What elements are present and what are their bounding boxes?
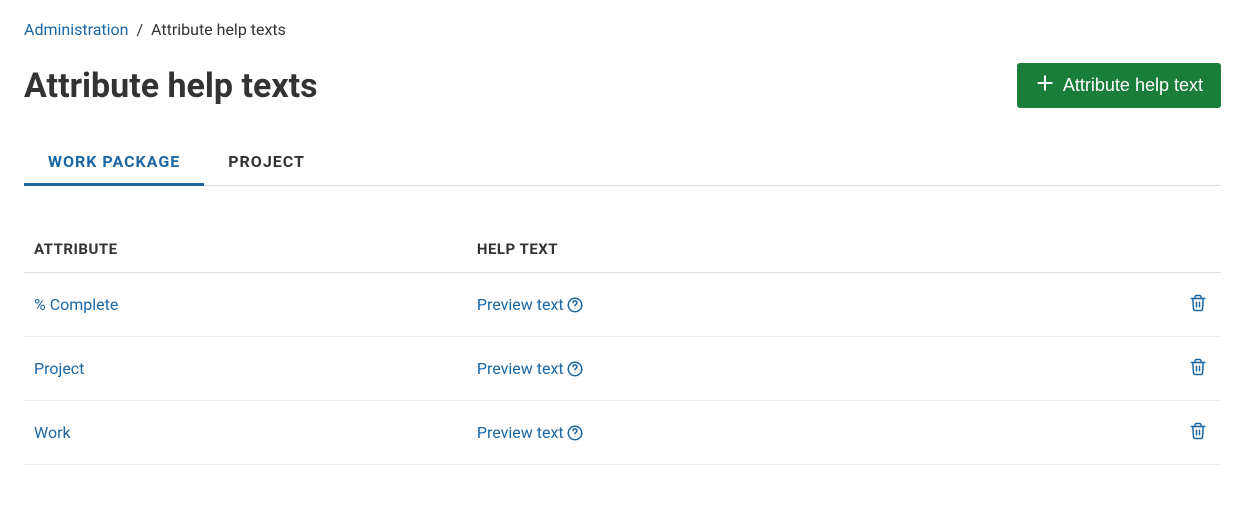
column-header-help-text: HELP TEXT — [467, 226, 1161, 273]
attribute-link[interactable]: Project — [34, 359, 84, 378]
breadcrumb: Administration / Attribute help texts — [24, 20, 1221, 39]
delete-button[interactable] — [1185, 289, 1211, 320]
preview-text-link[interactable]: Preview text — [477, 295, 564, 314]
tab-project[interactable]: PROJECT — [204, 140, 329, 186]
trash-icon — [1189, 357, 1207, 380]
help-icon[interactable] — [566, 360, 584, 378]
tabs: WORK PACKAGE PROJECT — [24, 140, 1221, 186]
column-header-attribute: ATTRIBUTE — [24, 226, 467, 273]
breadcrumb-current: Attribute help texts — [151, 20, 286, 39]
preview-text-link[interactable]: Preview text — [477, 423, 564, 442]
delete-button[interactable] — [1185, 353, 1211, 384]
table-row: Work Preview text — [24, 401, 1221, 465]
table-row: % Complete Preview text — [24, 273, 1221, 337]
attribute-link[interactable]: Work — [34, 423, 71, 442]
page-title: Attribute help texts — [24, 66, 318, 106]
column-header-actions — [1161, 226, 1221, 273]
trash-icon — [1189, 421, 1207, 444]
page-header: Attribute help texts Attribute help text — [24, 63, 1221, 108]
trash-icon — [1189, 293, 1207, 316]
table-row: Project Preview text — [24, 337, 1221, 401]
delete-button[interactable] — [1185, 417, 1211, 448]
tab-work-package[interactable]: WORK PACKAGE — [24, 140, 204, 186]
breadcrumb-parent-link[interactable]: Administration — [24, 20, 129, 39]
preview-text-link[interactable]: Preview text — [477, 359, 564, 378]
breadcrumb-separator: / — [136, 20, 143, 39]
help-icon[interactable] — [566, 296, 584, 314]
add-button-label: Attribute help text — [1063, 75, 1203, 96]
attribute-link[interactable]: % Complete — [34, 295, 118, 314]
add-attribute-help-text-button[interactable]: Attribute help text — [1017, 63, 1221, 108]
help-icon[interactable] — [566, 424, 584, 442]
attribute-help-texts-table: ATTRIBUTE HELP TEXT % Complete Preview t… — [24, 226, 1221, 465]
plus-icon — [1035, 73, 1055, 98]
